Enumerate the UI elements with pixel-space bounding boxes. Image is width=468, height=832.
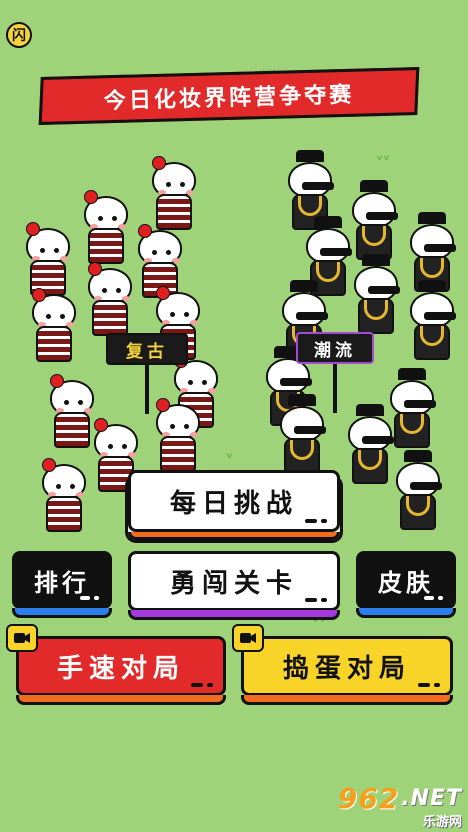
button-strip bbox=[16, 695, 226, 705]
retro-crowd bbox=[0, 0, 234, 832]
speed-match-button[interactable]: 手速对局 bbox=[16, 636, 226, 705]
retro-cat bbox=[82, 262, 138, 342]
ranking-button[interactable]: 排行 bbox=[12, 551, 112, 618]
level-challenge-label: 勇闯关卡 bbox=[169, 568, 298, 599]
button-strip bbox=[128, 532, 340, 540]
daily-challenge-label: 每日挑战 bbox=[169, 488, 298, 519]
retro-faction-sign: 复古 bbox=[106, 333, 188, 365]
watermark-suffix: .NET bbox=[401, 786, 462, 811]
button-decoration bbox=[418, 683, 440, 687]
button-decoration bbox=[305, 598, 327, 602]
button-decoration bbox=[80, 596, 99, 600]
level-challenge-button[interactable]: 勇闯关卡 bbox=[128, 551, 340, 620]
retro-cat bbox=[150, 398, 206, 478]
site-watermark: 962 .NET 乐游网 bbox=[330, 782, 462, 830]
trendy-cat bbox=[274, 394, 330, 480]
skin-button[interactable]: 皮肤 bbox=[356, 551, 456, 618]
trendy-crowd bbox=[234, 0, 468, 832]
button-decoration bbox=[424, 596, 443, 600]
retro-cat bbox=[78, 190, 134, 270]
button-decoration bbox=[191, 683, 213, 687]
watermark-subtitle: 乐游网 bbox=[422, 815, 462, 830]
skin-label: 皮肤 bbox=[378, 568, 434, 597]
button-strip bbox=[356, 608, 456, 618]
trendy-cat bbox=[390, 450, 446, 536]
sign-pole bbox=[333, 363, 337, 413]
speed-match-label: 手速对局 bbox=[56, 653, 185, 684]
button-strip bbox=[128, 610, 340, 620]
trendy-cat bbox=[404, 280, 460, 366]
prank-match-label: 捣蛋对局 bbox=[282, 653, 411, 684]
retro-cat bbox=[26, 288, 82, 368]
trendy-faction-sign: 潮流 bbox=[296, 332, 374, 364]
video-ad-icon bbox=[6, 624, 38, 652]
watermark-brand: 962 bbox=[337, 782, 400, 815]
retro-cat bbox=[36, 458, 92, 538]
button-decoration bbox=[305, 519, 327, 523]
button-strip bbox=[241, 695, 453, 705]
video-ad-icon bbox=[232, 624, 264, 652]
button-strip bbox=[12, 608, 112, 618]
trendy-cat bbox=[348, 254, 404, 340]
daily-challenge-button[interactable]: 每日挑战 bbox=[128, 470, 340, 540]
sign-pole bbox=[145, 364, 149, 414]
ranking-label: 排行 bbox=[34, 568, 90, 597]
prank-match-button[interactable]: 捣蛋对局 bbox=[241, 636, 453, 705]
